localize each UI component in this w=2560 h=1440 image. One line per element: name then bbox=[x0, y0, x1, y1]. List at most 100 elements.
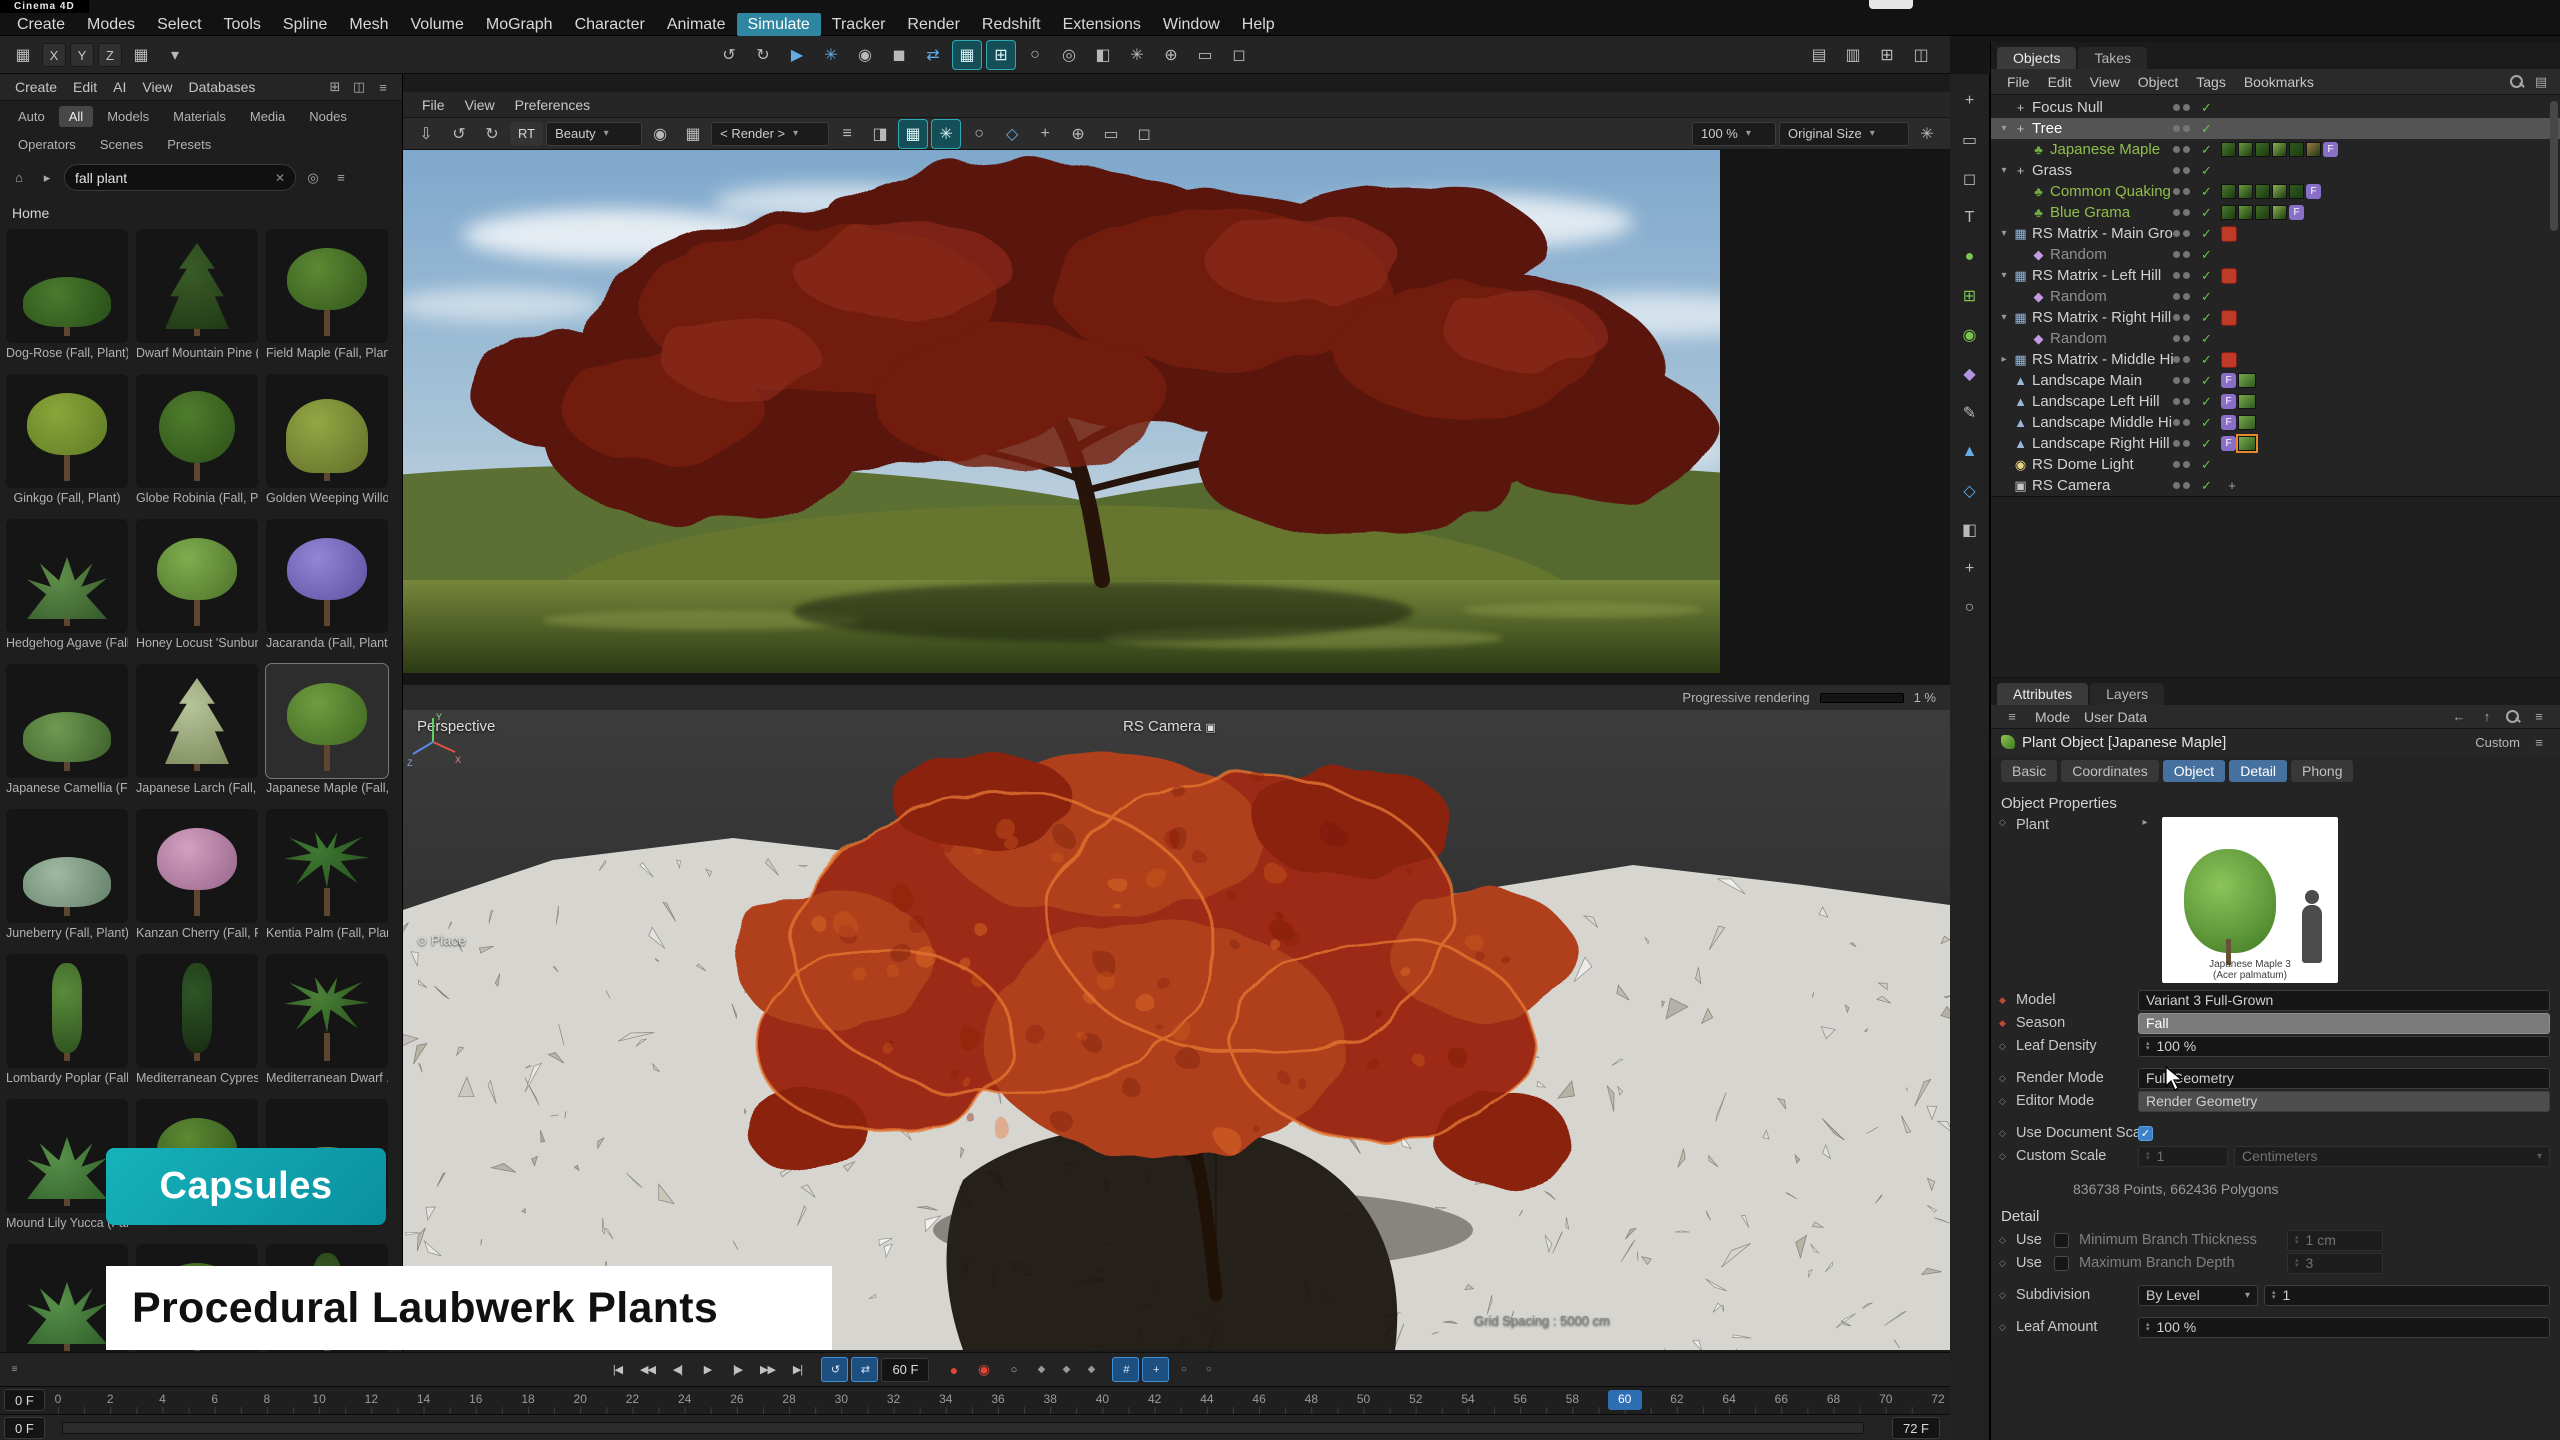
material-tag-icon[interactable] bbox=[2221, 142, 2236, 157]
forward-icon[interactable]: ▸ bbox=[36, 167, 58, 189]
material-tag-icon[interactable] bbox=[2255, 205, 2270, 220]
redo-icon[interactable]: ↻ bbox=[748, 40, 778, 70]
marker-icon[interactable]: ○ bbox=[1197, 1357, 1219, 1382]
key-add-icon[interactable]: + bbox=[1142, 1357, 1169, 1382]
magnet-icon[interactable]: ◧ bbox=[1088, 40, 1118, 70]
menu-extensions[interactable]: Extensions bbox=[1052, 13, 1152, 36]
season-select[interactable]: Fall bbox=[2138, 1013, 2550, 1034]
visibility-dots[interactable] bbox=[2173, 104, 2201, 111]
enabled-check-icon[interactable]: ✓ bbox=[2201, 331, 2221, 347]
deformer-icon[interactable]: ◆ bbox=[1955, 359, 1985, 389]
menu-redshift[interactable]: Redshift bbox=[971, 13, 1052, 36]
asset-globe-robinia-fall-pl[interactable]: Globe Robinia (Fall, Pl... bbox=[136, 374, 258, 505]
add-capsule-icon[interactable]: ⊕ bbox=[1156, 40, 1186, 70]
asset-jacaranda-fall-plant[interactable]: Jacaranda (Fall, Plant) bbox=[266, 519, 388, 650]
search-field[interactable]: ✕ bbox=[64, 164, 296, 191]
tab-materials[interactable]: Materials bbox=[163, 106, 236, 127]
play-button[interactable]: ▶ bbox=[694, 1357, 721, 1382]
object-row-rs-matrix-right-hill[interactable]: ▾▦RS Matrix - Right Hill✓ bbox=[1991, 307, 2560, 328]
texture-tag-icon[interactable] bbox=[2238, 394, 2256, 409]
timeline-menu-icon[interactable]: ≡ bbox=[3, 1357, 25, 1382]
editor-mode-select[interactable]: Render Geometry bbox=[2138, 1091, 2550, 1112]
material-tag-icon[interactable] bbox=[2255, 184, 2270, 199]
menu-select[interactable]: Select bbox=[146, 13, 212, 36]
menu-icon[interactable]: ≡ bbox=[832, 119, 862, 149]
texture-tag-icon[interactable] bbox=[2238, 415, 2256, 430]
om-menu-view[interactable]: View bbox=[2082, 72, 2128, 92]
key-snap-icon[interactable]: # bbox=[1112, 1357, 1139, 1382]
home-icon[interactable]: ⌂ bbox=[8, 167, 30, 189]
tab-coordinates[interactable]: Coordinates bbox=[2061, 760, 2159, 782]
object-row-grass[interactable]: ▾+Grass✓ bbox=[1991, 160, 2560, 181]
null-object-icon[interactable]: ○ bbox=[1955, 593, 1985, 623]
material-tag-icon[interactable] bbox=[2289, 184, 2304, 199]
visibility-dots[interactable] bbox=[2173, 356, 2201, 363]
object-row-rs-matrix-main-ground[interactable]: ▾▦RS Matrix - Main Ground✓ bbox=[1991, 223, 2560, 244]
rect-select-icon[interactable]: ▭ bbox=[1955, 125, 1985, 155]
tab-all[interactable]: All bbox=[59, 106, 93, 127]
fields-tag-icon[interactable]: F bbox=[2323, 142, 2338, 157]
rv-menu-preferences[interactable]: Preferences bbox=[506, 95, 599, 115]
asset-mediterranean-cypres[interactable]: Mediterranean Cypres... bbox=[136, 954, 258, 1085]
cloner-icon[interactable]: ⊞ bbox=[1955, 281, 1985, 311]
material-tag-icon[interactable] bbox=[2306, 142, 2321, 157]
visibility-dots[interactable] bbox=[2173, 314, 2201, 321]
back-icon[interactable]: ← bbox=[2448, 706, 2470, 728]
custom-scale-field[interactable]: ▴▾1 bbox=[2138, 1146, 2228, 1167]
enabled-check-icon[interactable]: ✓ bbox=[2201, 268, 2221, 284]
fields-tag-icon[interactable]: F bbox=[2306, 184, 2321, 199]
search-icon[interactable] bbox=[2508, 73, 2526, 91]
asset-dog-rose-fall-plant[interactable]: Dog-Rose (Fall, Plant) bbox=[6, 229, 128, 360]
search-input[interactable] bbox=[75, 170, 271, 186]
object-row-tree[interactable]: ▾+Tree✓ bbox=[1991, 118, 2560, 139]
ab-menu-ai[interactable]: AI bbox=[106, 77, 133, 97]
visibility-dots[interactable] bbox=[2173, 398, 2201, 405]
goto-start-button[interactable]: |◀ bbox=[604, 1357, 631, 1382]
visibility-dots[interactable] bbox=[2173, 272, 2201, 279]
redshift-tag-icon[interactable] bbox=[2221, 226, 2237, 242]
save-image-icon[interactable]: ⇩ bbox=[411, 119, 441, 149]
object-row-focus-null[interactable]: +Focus Null✓ bbox=[1991, 97, 2560, 118]
menu-modes[interactable]: Modes bbox=[76, 13, 146, 36]
rv-menu-view[interactable]: View bbox=[456, 95, 504, 115]
expander-icon[interactable]: ▸ bbox=[2138, 817, 2152, 828]
redshift-tag-icon[interactable] bbox=[2221, 268, 2237, 284]
layout-tab-indicator[interactable] bbox=[1869, 0, 1913, 9]
expander-icon[interactable]: ▸ bbox=[1997, 354, 2011, 365]
fields-tag-icon[interactable]: F bbox=[2221, 373, 2236, 388]
record-rotation-icon[interactable]: ◆ bbox=[1080, 1357, 1102, 1382]
ab-menu-edit[interactable]: Edit bbox=[66, 77, 104, 97]
visibility-dots[interactable] bbox=[2173, 377, 2201, 384]
clay-icon[interactable]: ◻ bbox=[1129, 119, 1159, 149]
spinner-icon[interactable]: ▴▾ bbox=[2146, 1151, 2150, 1161]
zoom-in-icon[interactable]: + bbox=[1030, 119, 1060, 149]
render-mode-select[interactable]: Full Geometry bbox=[2138, 1068, 2550, 1089]
pass-select[interactable]: Beauty▾ bbox=[546, 122, 642, 146]
enabled-check-icon[interactable]: ✓ bbox=[2201, 436, 2221, 452]
enabled-check-icon[interactable]: ✓ bbox=[2201, 163, 2221, 179]
ipr-icon[interactable]: ⇄ bbox=[918, 40, 948, 70]
expander-icon[interactable]: ▾ bbox=[1997, 270, 2011, 281]
attr-user-data[interactable]: User Data bbox=[2084, 709, 2147, 725]
tab-layers[interactable]: Layers bbox=[2090, 683, 2164, 705]
object-row-blue-grama[interactable]: ♣Blue Grama✓F bbox=[1991, 202, 2560, 223]
workplane-icon[interactable]: ▦ bbox=[126, 40, 156, 70]
axis-center-icon[interactable]: + bbox=[1955, 554, 1985, 584]
visibility-dots[interactable] bbox=[2173, 167, 2201, 174]
asset-mediterranean-dwarf[interactable]: Mediterranean Dwarf ... bbox=[266, 954, 388, 1085]
visibility-dots[interactable] bbox=[2173, 440, 2201, 447]
panel-menu-icon[interactable]: ≡ bbox=[372, 76, 394, 98]
visibility-dots[interactable] bbox=[2173, 419, 2201, 426]
restart-render-icon[interactable]: ↻ bbox=[477, 119, 507, 149]
visibility-dots[interactable] bbox=[2173, 125, 2201, 132]
tab-objects[interactable]: Objects bbox=[1997, 47, 2076, 69]
fields-tag-icon[interactable]: F bbox=[2221, 436, 2236, 451]
asset-japanese-larch-fall-p[interactable]: Japanese Larch (Fall, P... bbox=[136, 664, 258, 795]
object-row-landscape-left-hill[interactable]: ▲Landscape Left Hill✓F bbox=[1991, 391, 2560, 412]
object-row-rs-matrix-middle-hill[interactable]: ▸▦RS Matrix - Middle Hill✓ bbox=[1991, 349, 2560, 370]
next-key-button[interactable]: ▶▶ bbox=[754, 1357, 781, 1382]
menu-help[interactable]: Help bbox=[1231, 13, 1286, 36]
om-menu-bookmarks[interactable]: Bookmarks bbox=[2236, 72, 2322, 92]
object-row-common-quaking-grass[interactable]: ♣Common Quaking Grass✓F bbox=[1991, 181, 2560, 202]
tab-models[interactable]: Models bbox=[97, 106, 159, 127]
